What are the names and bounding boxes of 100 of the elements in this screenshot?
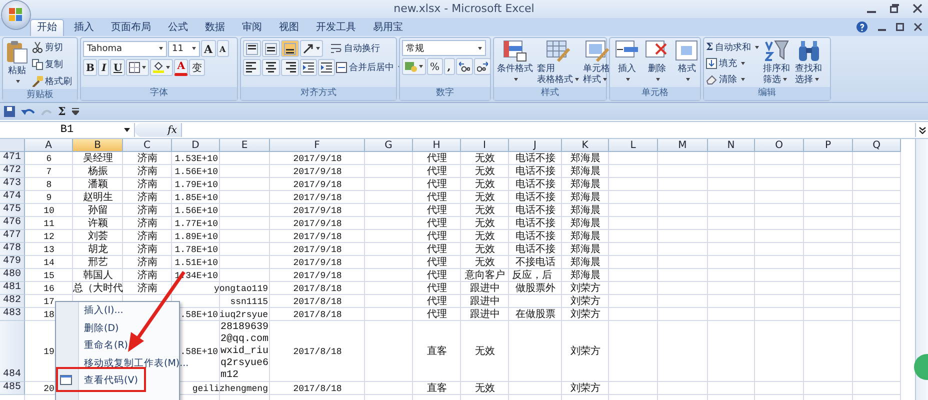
fill-button[interactable]: 填充 — [706, 56, 760, 71]
table-cell: 代理 — [427, 192, 447, 204]
clear-button[interactable]: 清除 — [706, 72, 760, 87]
table-cell: 无效 — [475, 256, 495, 268]
ribbon-tab[interactable]: 开始 — [30, 19, 64, 36]
find-select-button[interactable]: 查找和 选择 — [794, 40, 824, 87]
row-header[interactable]: 484 — [3, 369, 22, 381]
menu-item[interactable]: 删除(D) — [84, 322, 119, 335]
align-right-button[interactable] — [281, 59, 299, 76]
ribbon-tab[interactable]: 开发工具 — [309, 19, 363, 36]
align-top-button[interactable] — [243, 40, 261, 57]
name-box[interactable]: B1 — [60, 124, 74, 136]
column-header[interactable]: K — [562, 139, 609, 152]
table-cell: 1.85E+10 — [174, 192, 218, 204]
column-header[interactable]: J — [509, 139, 562, 152]
table-cell: 不接电话 — [516, 256, 556, 268]
table-cell: 15 — [44, 270, 54, 282]
ribbon-tab[interactable]: 公式 — [161, 19, 195, 36]
table-cell: 代理 — [427, 296, 447, 308]
align-bottom-button[interactable] — [281, 40, 299, 57]
office-button[interactable] — [2, 1, 30, 29]
comma-button[interactable]: , — [444, 58, 455, 75]
decrease-decimal-button[interactable] — [474, 58, 491, 75]
format-button[interactable]: 格式 — [674, 40, 700, 87]
fill-color-button[interactable] — [150, 59, 174, 76]
increase-indent-button[interactable] — [318, 59, 335, 76]
column-header[interactable]: D — [172, 139, 220, 152]
column-header[interactable]: Q — [853, 139, 901, 152]
format-painter-button[interactable]: 格式刷 — [32, 74, 72, 89]
column-header[interactable]: H — [413, 139, 461, 152]
decrease-indent-button[interactable] — [300, 59, 317, 76]
menu-item[interactable]: 移动或复制工作表(M)... — [84, 356, 189, 370]
font-color-button[interactable]: A — [174, 59, 188, 76]
cut-button[interactable]: 剪切 — [32, 40, 72, 55]
table-cell: 电话不接 — [516, 152, 556, 164]
align-left-button[interactable] — [243, 59, 261, 76]
font-size-dropdown[interactable]: 11 — [168, 40, 200, 56]
align-middle-button[interactable] — [262, 40, 280, 57]
column-header[interactable]: G — [365, 139, 413, 152]
format-cells-icon — [675, 40, 699, 62]
autosum-button[interactable]: Σ 自动求和 — [706, 40, 760, 55]
group-label: 剪贴板 — [26, 90, 54, 100]
table-cell: 跟进中 — [470, 296, 500, 308]
phonetic-button[interactable]: 变 — [188, 59, 205, 76]
autosum-button[interactable]: Σ — [58, 105, 66, 118]
copy-button[interactable]: 复制 — [32, 57, 72, 72]
currency-button[interactable] — [402, 58, 426, 75]
expand-formula-button[interactable] — [915, 123, 928, 137]
column-header[interactable]: I — [461, 139, 509, 152]
percent-button[interactable]: % — [427, 58, 443, 75]
bold-button[interactable]: B — [83, 59, 98, 76]
align-center-button[interactable] — [262, 59, 280, 76]
column-header[interactable]: M — [658, 139, 708, 152]
column-header[interactable]: P — [804, 139, 853, 152]
menu-item[interactable]: 插入(I)... — [84, 304, 124, 318]
ribbon-tab[interactable]: 数据 — [198, 19, 232, 36]
ribbon-tab[interactable]: 页面布局 — [104, 19, 158, 36]
insert-button[interactable]: 插入 — [614, 40, 640, 87]
column-header[interactable]: L — [609, 139, 658, 152]
table-cell: 济南 — [138, 192, 158, 204]
delete-button[interactable]: 删除 — [644, 40, 670, 87]
increase-decimal-button[interactable] — [456, 58, 473, 75]
grow-font-button[interactable]: A — [201, 40, 216, 57]
shrink-font-button[interactable]: A — [216, 40, 229, 57]
column-header[interactable]: B — [73, 139, 123, 152]
number-format-dropdown[interactable]: 常规 — [402, 40, 486, 56]
sort-filter-button[interactable]: 排序和 筛选 — [762, 40, 792, 87]
table-cell: 2017/9/18 — [293, 230, 342, 242]
border-button[interactable] — [126, 59, 150, 76]
column-header[interactable]: C — [123, 139, 172, 152]
ribbon-tab[interactable]: 易用宝 — [366, 19, 410, 36]
insert-function-button[interactable]: fx — [168, 124, 177, 136]
column-header[interactable]: A — [25, 139, 73, 152]
column-header[interactable]: O — [755, 139, 804, 152]
menu-item[interactable]: 查看代码(V) — [84, 374, 138, 388]
ribbon-tab[interactable]: 视图 — [272, 19, 306, 36]
paste-button[interactable]: 粘贴 — [5, 40, 29, 89]
font-name-dropdown[interactable]: Tahoma — [83, 40, 167, 56]
table-cell: 1.89E+10 — [174, 230, 218, 242]
format-as-table-button[interactable]: 套用 表格格式 — [536, 40, 580, 87]
table-cell: 1.78E+10 — [174, 244, 218, 256]
table-cell: 13 — [44, 244, 54, 256]
conditional-format-button[interactable]: 条件格式 — [496, 40, 534, 87]
ribbon-tab[interactable]: 插入 — [67, 19, 101, 36]
vertical-scrollbar[interactable] — [915, 139, 928, 400]
column-header[interactable]: E — [220, 139, 270, 152]
orientation-button[interactable] — [300, 40, 323, 57]
underline-button[interactable]: U — [110, 59, 126, 76]
table-cell: 孙留 — [88, 204, 108, 216]
italic-button[interactable]: I — [98, 59, 110, 76]
ribbon-tab[interactable]: 审阅 — [235, 19, 269, 36]
menu-item[interactable]: 重命名(R) — [84, 339, 128, 352]
table-cell: 2017/9/18 — [293, 270, 342, 282]
column-header[interactable]: F — [270, 139, 365, 152]
table-cell: .58E+10 — [180, 346, 218, 358]
scissors-icon — [32, 42, 43, 53]
wrap-text-button[interactable]: 自动换行 — [331, 41, 380, 56]
merge-cells-icon — [336, 62, 347, 73]
column-header[interactable]: N — [708, 139, 755, 152]
table-cell: 7 — [46, 166, 52, 178]
